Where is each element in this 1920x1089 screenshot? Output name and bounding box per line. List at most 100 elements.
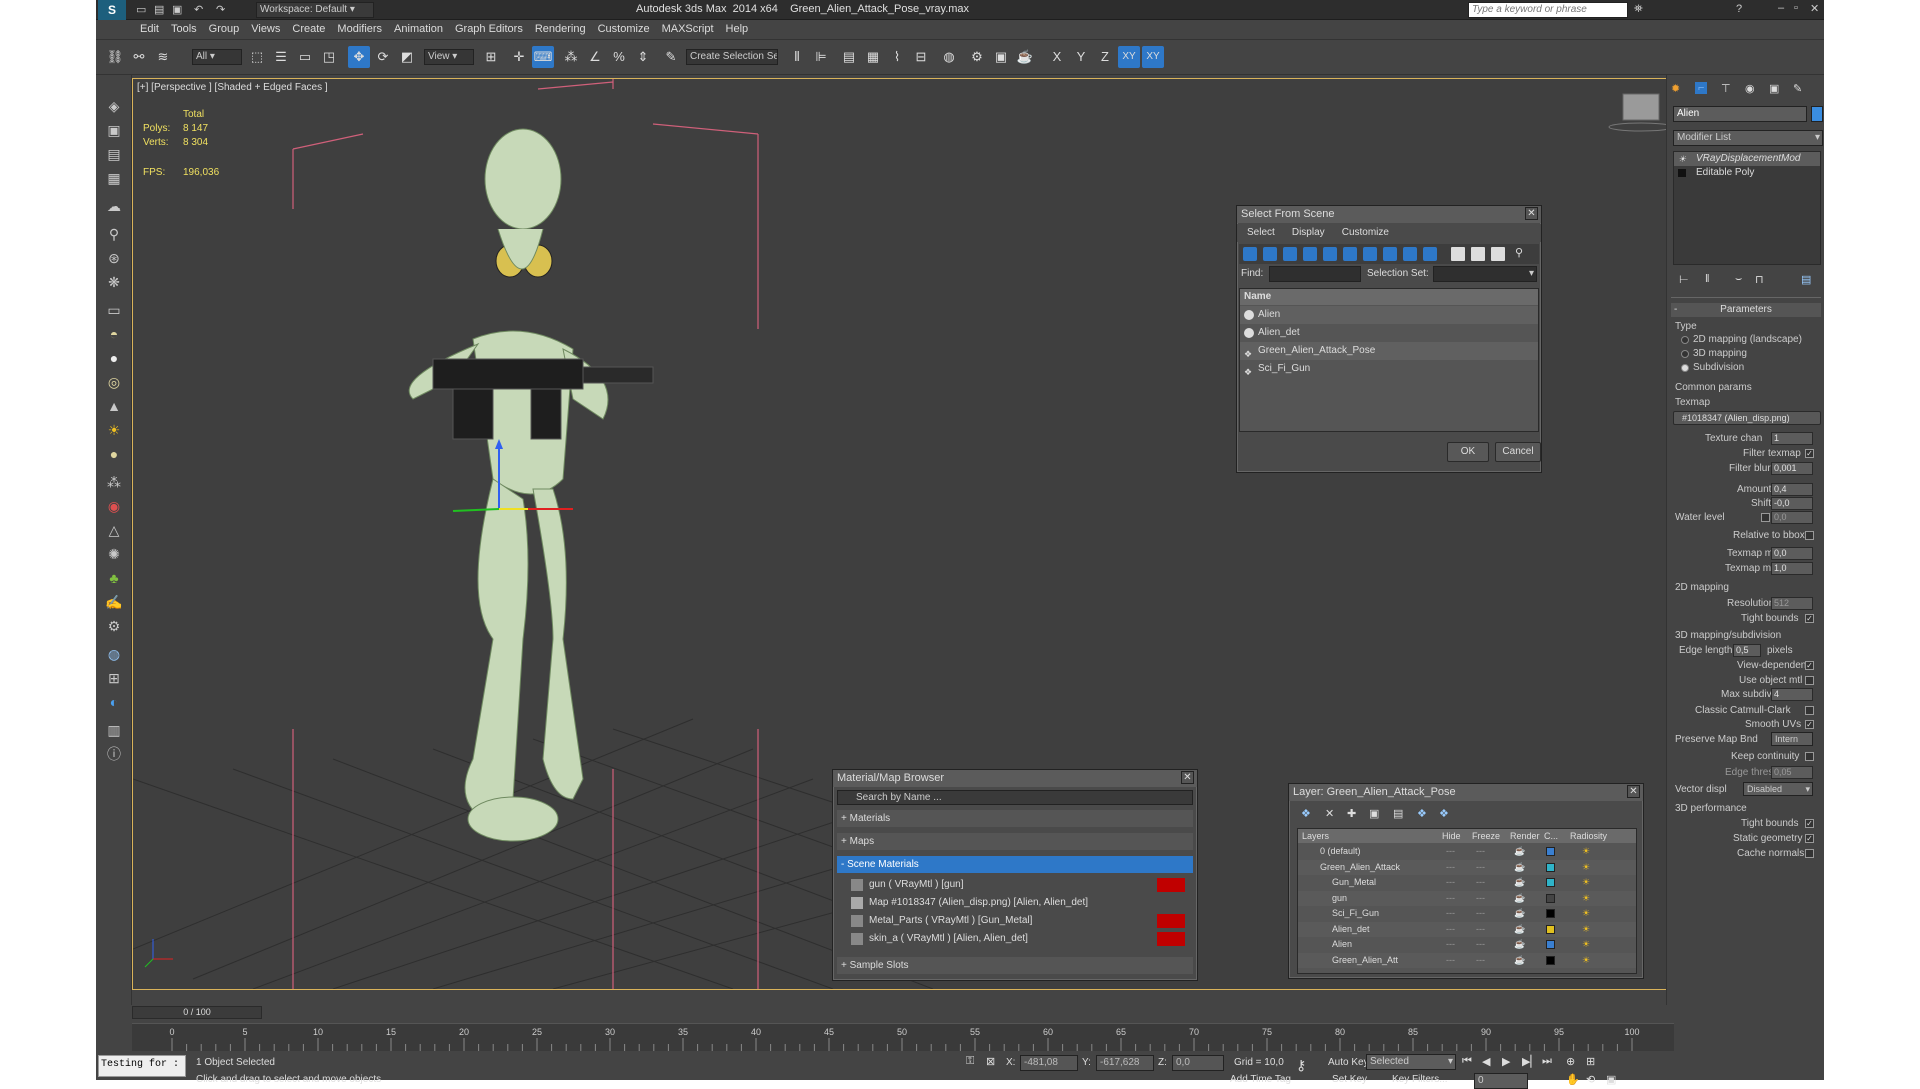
freeze-all-icon[interactable]: ❖ [1439,807,1449,820]
select-by-name-icon[interactable]: ☰ [270,46,292,68]
geosphere-icon[interactable]: ● [103,443,125,465]
layer-dialog-close-icon[interactable]: ✕ [1627,785,1640,798]
radio-subdivision[interactable] [1681,364,1689,372]
layer-row[interactable]: 0 (default) --- --- ☕ ☀ [1298,844,1636,859]
keyboard-shortcut-icon[interactable]: ⌨ [532,46,554,68]
render-setup-icon[interactable]: ⚙ [966,46,988,68]
track-bar[interactable]: 0 5 10 15 20 25 30 35 40 45 50 55 60 65 70 75 80 85 90 95 10… [132,1023,1674,1051]
hide-toggle[interactable]: --- [1446,906,1455,921]
menu-customize[interactable]: Customize [592,20,656,35]
material-item[interactable]: Map #1018347 (Alien_disp.png) [Alien, Al… [851,894,1191,912]
view-dependent-checkbox[interactable]: ✓ [1805,661,1814,670]
sphere-icon[interactable]: ● [103,347,125,369]
object-color-swatch[interactable] [1811,106,1823,122]
cone-icon[interactable]: ▲ [103,395,125,417]
keep-continuity-checkbox[interactable] [1805,752,1814,761]
window-crossing-icon[interactable]: ◳ [318,46,340,68]
select-object-icon[interactable]: ⬚ [246,46,268,68]
workspace-dropdown[interactable]: Workspace: Default ▾ [256,2,374,18]
display-xrefs-icon[interactable] [1383,247,1397,261]
filter-icon[interactable]: ⚲ [1515,246,1523,259]
tool-icon-16[interactable]: △ [103,519,125,541]
list-header[interactable]: Name [1240,289,1538,305]
render-icon[interactable]: ☕ [1514,860,1525,875]
mat-group-maps[interactable]: + Maps [837,833,1193,850]
help-icon[interactable]: ? [1736,3,1742,15]
relative-bbox-checkbox[interactable] [1805,531,1814,540]
select-menu-display[interactable]: Display [1292,227,1325,238]
layer-row[interactable]: Alien --- --- ☕ ☀ [1298,937,1636,952]
layer-color-swatch[interactable] [1546,909,1555,918]
list-item[interactable]: ❖ Green_Alien_Attack_Pose [1240,342,1538,360]
stack-item-vray[interactable]: ☀ VRayDisplacementMod [1674,152,1820,166]
maximize-icon[interactable]: ▫ [1794,2,1798,14]
radiosity-icon[interactable]: ☀ [1582,937,1590,952]
layer-row[interactable]: Sci_Fi_Gun --- --- ☕ ☀ [1298,906,1636,921]
list-item[interactable]: Alien [1240,306,1538,324]
water-level-checkbox[interactable] [1761,513,1770,522]
make-unique-icon[interactable]: ⌣ [1735,273,1742,286]
layer-color-swatch[interactable] [1546,940,1555,949]
tool-icon-23[interactable]: ◐ [103,691,125,713]
torus-icon[interactable]: ◎ [103,371,125,393]
tool-icon-6[interactable]: ⚲ [103,223,125,245]
add-to-layer-icon[interactable]: ✚ [1347,807,1356,820]
show-end-result-icon[interactable]: ‖ [1705,273,1710,285]
quick-save-icon[interactable]: ▣ [172,3,182,16]
rendered-frame-icon[interactable]: ▣ [990,46,1012,68]
display-tab-icon[interactable]: ▣ [1769,82,1779,95]
tool-icon-14[interactable]: ⁂ [103,471,125,493]
app-logo[interactable]: S [98,0,126,20]
filter-texmap-checkbox[interactable]: ✓ [1805,449,1814,458]
list-item[interactable]: Alien_det [1240,324,1538,342]
angle-snap-icon[interactable]: ∠ [584,46,606,68]
remove-modifier-icon[interactable]: ⊓ [1755,273,1764,286]
tight-bounds-3d-checkbox[interactable]: ✓ [1805,819,1814,828]
hide-toggle[interactable]: --- [1446,953,1455,968]
amount-spinner[interactable]: 0,4 [1771,483,1813,496]
tool-icon-15[interactable]: ◉ [103,495,125,517]
menu-rendering[interactable]: Rendering [529,20,592,35]
current-frame-input[interactable]: 0 [1474,1073,1528,1089]
select-dialog-close-icon[interactable]: ✕ [1525,207,1538,220]
radio-2d-mapping[interactable] [1681,336,1689,344]
col-freeze[interactable]: Freeze [1472,829,1500,843]
smooth-uvs-checkbox[interactable]: ✓ [1805,720,1814,729]
minimize-icon[interactable]: – [1778,2,1784,14]
selection-filter-dropdown[interactable]: All ▾ [192,49,242,65]
tool-icon-1[interactable]: ◈ [103,95,125,117]
menu-views[interactable]: Views [245,20,286,35]
use-object-mtl-checkbox[interactable] [1805,676,1814,685]
rect-selection-icon[interactable]: ▭ [294,46,316,68]
expand-icon[interactable] [1678,169,1686,177]
stack-item-editable-poly[interactable]: Editable Poly [1674,166,1820,180]
ref-coord-dropdown[interactable]: View ▾ [424,49,474,65]
freeze-toggle[interactable]: --- [1476,953,1485,968]
named-selection-dropdown[interactable]: Create Selection Se [686,49,778,65]
object-name-input[interactable]: Alien [1673,106,1807,122]
hide-toggle[interactable]: --- [1446,860,1455,875]
render-icon[interactable]: ☕ [1514,953,1525,968]
bind-space-warp-icon[interactable]: ≋ [152,46,174,68]
axis-x-button[interactable]: X [1046,46,1068,68]
layer-color-swatch[interactable] [1546,862,1555,872]
tool-icon-8[interactable]: ❋ [103,271,125,293]
material-item[interactable]: Metal_Parts ( VRayMtl ) [Gun_Metal] [851,912,1191,930]
zoom-icon[interactable]: ⊕ [1566,1055,1575,1068]
mat-browser-close-icon[interactable]: ✕ [1181,771,1194,784]
display-groups-icon[interactable] [1363,247,1377,261]
layer-color-swatch[interactable] [1546,955,1555,965]
freeze-toggle[interactable]: --- [1476,875,1485,890]
hide-toggle[interactable]: --- [1446,844,1455,859]
align-icon[interactable]: ⊫ [810,46,832,68]
hide-toggle[interactable]: --- [1446,922,1455,937]
new-layer-icon[interactable]: ❖ [1301,807,1311,820]
undo-icon[interactable]: ↶ [194,3,203,16]
zoom-all-icon[interactable]: ⊞ [1586,1055,1595,1068]
plant-icon[interactable]: ♣ [103,567,125,589]
hide-toggle[interactable]: --- [1446,875,1455,890]
manipulate-icon[interactable]: ✛ [508,46,530,68]
menu-maxscript[interactable]: MAXScript [656,20,720,35]
mat-group-sample-slots[interactable]: + Sample Slots [837,957,1193,974]
layer-color-swatch[interactable] [1546,878,1555,887]
